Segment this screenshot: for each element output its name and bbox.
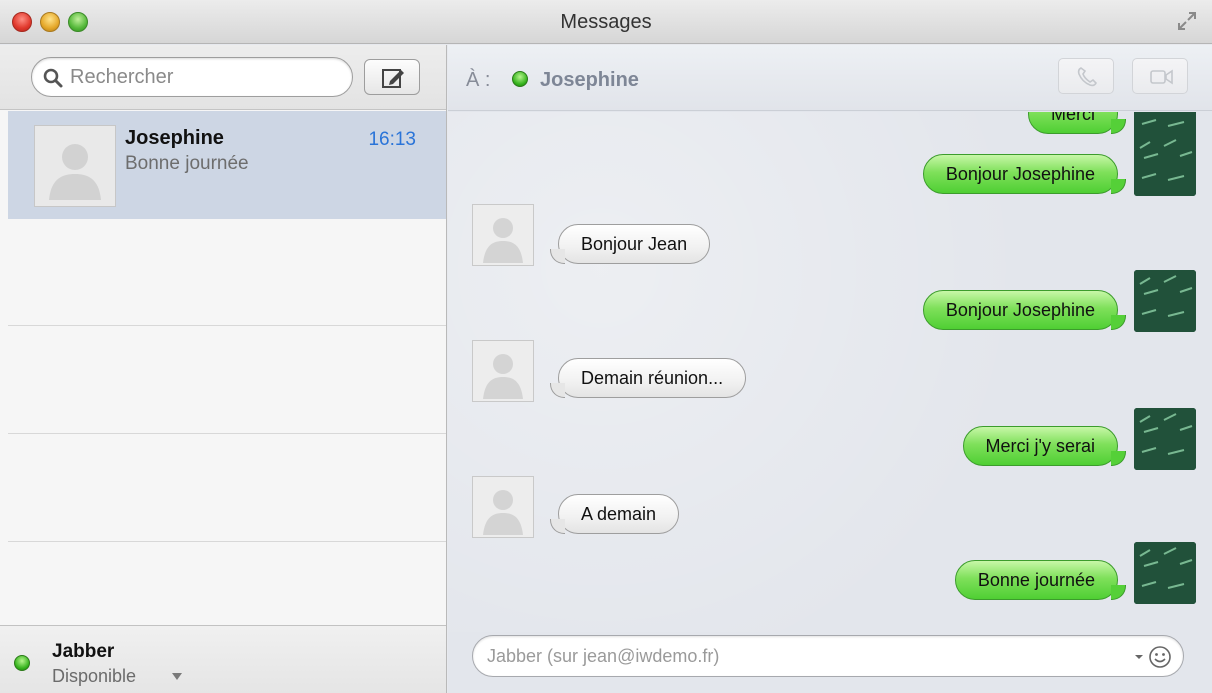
messages-window: Messages Rechercher Josephine 16:13 Bonn… [0,0,1212,693]
video-call-button[interactable] [1132,58,1188,94]
conversation-name: Josephine [125,127,224,149]
availability-selector[interactable]: Disponible [52,666,136,687]
person-placeholder-icon [483,490,523,535]
message-bubble-incoming[interactable]: Bonjour Jean [549,224,711,264]
conversation-preview: Bonne journée [125,153,249,174]
avatar [34,125,116,207]
conversation-item[interactable]: Josephine 16:13 Bonne journée [8,111,446,219]
row-divider [8,541,446,542]
online-status-indicator [14,655,30,671]
compose-icon [382,69,404,88]
audio-call-button[interactable] [1058,58,1114,94]
emoji-icon[interactable] [1133,644,1175,670]
chevron-down-icon[interactable] [172,673,182,680]
title-bar: Messages [0,0,1212,44]
message-input[interactable] [487,644,1107,668]
search-field[interactable] [31,57,353,97]
message-composer[interactable] [472,635,1184,677]
message-bubble-outgoing[interactable]: Bonne journée [954,560,1127,600]
person-placeholder-icon [483,354,523,399]
avatar [1134,270,1196,332]
sidebar-toolbar [0,45,446,110]
avatar [472,204,534,266]
recipient-name[interactable]: Josephine [540,69,639,92]
compose-button[interactable] [364,59,420,95]
avatar [472,340,534,402]
avatar [1134,408,1196,470]
message-bubble-incoming[interactable]: A demain [549,494,680,534]
to-label: À : [466,69,491,91]
avatar [1134,134,1196,196]
recipient-status-indicator [512,71,528,87]
person-placeholder-icon [483,218,523,263]
phone-icon [1077,67,1097,87]
person-placeholder-icon [49,144,101,200]
account-name: Jabber [52,641,115,662]
video-camera-icon [1150,69,1173,85]
chat-pane: À : Josephine Merci Bonjour Josephine Bo… [448,45,1212,693]
message-bubble-outgoing[interactable]: Merci [1028,112,1126,134]
conversation-sidebar: Josephine 16:13 Bonne journée Jabber Dis… [0,45,447,693]
message-bubble-incoming[interactable]: Demain réunion... [549,358,747,398]
row-divider [8,433,446,434]
avatar [1134,542,1196,604]
conversation-time: 16:13 [368,129,416,150]
message-bubble-outgoing[interactable]: Merci j'y serai [962,426,1127,466]
message-transcript[interactable]: Merci Bonjour Josephine Bonjour Jean Bon… [448,112,1212,632]
row-divider [8,325,446,326]
search-input[interactable] [70,64,340,90]
avatar [472,476,534,538]
fullscreen-icon[interactable] [1176,10,1198,32]
chat-header: À : Josephine [448,45,1212,111]
message-bubble-outgoing[interactable]: Bonjour Josephine [922,290,1127,330]
search-icon [43,68,63,88]
message-bubble-outgoing[interactable]: Bonjour Josephine [922,154,1127,194]
account-status-bar: Jabber Disponible [0,625,446,693]
window-title: Messages [560,11,652,33]
